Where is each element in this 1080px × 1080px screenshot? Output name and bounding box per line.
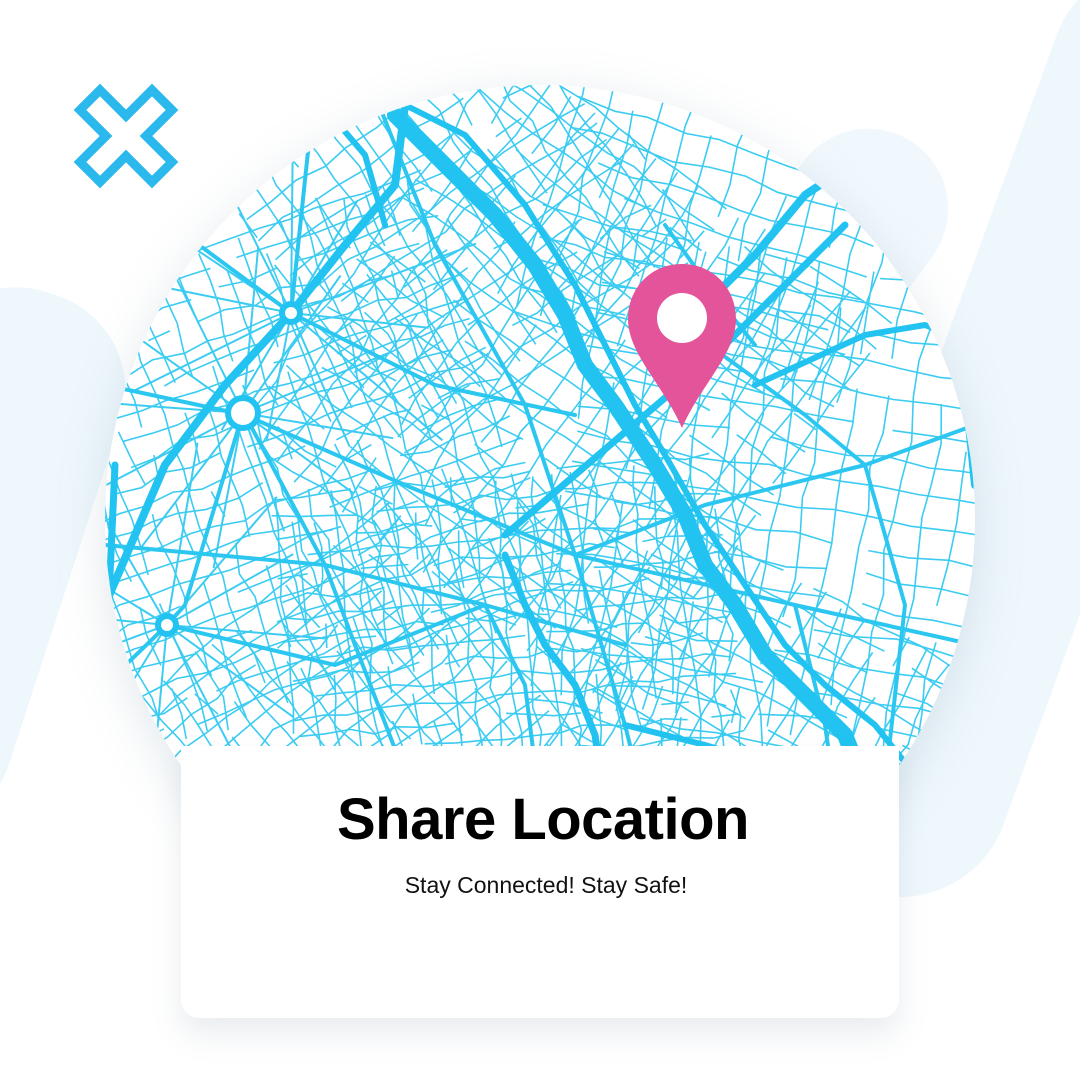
map-roundabout	[155, 613, 179, 637]
map-road	[166, 442, 199, 626]
map-road	[752, 322, 975, 388]
card-title: Share Location	[337, 787, 749, 852]
map-road	[105, 461, 119, 689]
location-pin-icon[interactable]	[626, 262, 738, 430]
share-location-screen: Share Location Stay Connected! Stay Safe…	[0, 0, 1080, 1080]
close-button[interactable]	[72, 82, 180, 190]
map-road	[172, 262, 336, 691]
map-roundabout	[279, 301, 303, 325]
close-icon	[73, 83, 179, 189]
map-road	[116, 279, 267, 715]
map-road	[209, 150, 292, 314]
map-road	[615, 85, 928, 89]
card-subtitle: Stay Connected! Stay Safe!	[404, 872, 688, 898]
map-road	[677, 509, 975, 680]
map-road	[812, 85, 918, 115]
map-roundabout	[225, 395, 261, 431]
info-card: Share Location Stay Connected! Stay Safe…	[181, 746, 899, 1018]
